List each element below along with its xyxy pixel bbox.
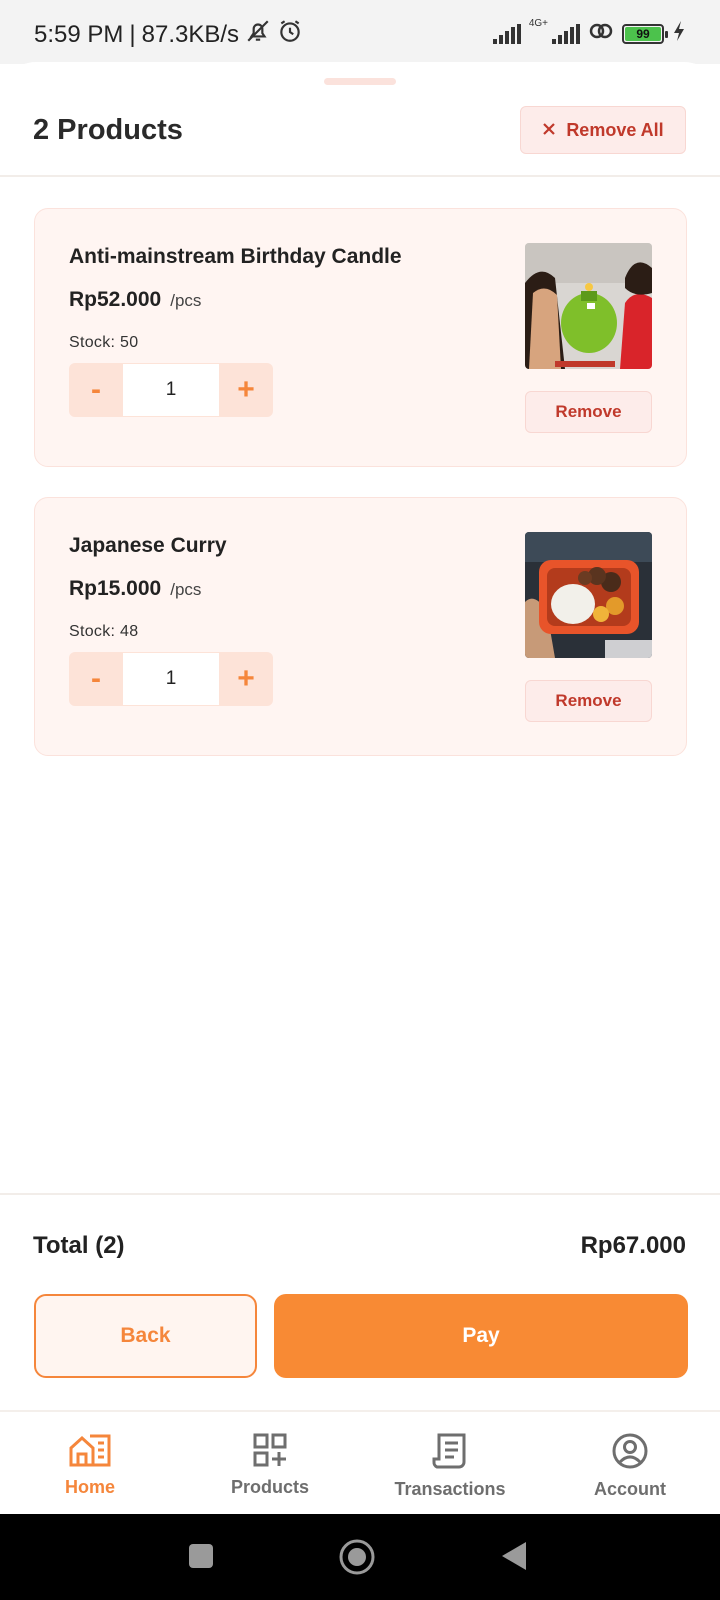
nav-item-home[interactable]: Home — [0, 1412, 180, 1514]
quantity-stepper: - 1 + — [69, 652, 273, 706]
product-unit: /pcs — [170, 580, 202, 599]
recents-button[interactable] — [188, 1543, 214, 1574]
product-card: Japanese Curry Rp15.000 /pcs Stock: 48 -… — [34, 497, 687, 756]
drag-handle[interactable] — [324, 78, 396, 85]
nav-item-account[interactable]: Account — [540, 1412, 720, 1514]
decrement-button[interactable]: - — [69, 652, 123, 706]
total-label: Total (2) — [33, 1232, 125, 1259]
product-name: Anti-mainstream Birthday Candle — [69, 245, 402, 268]
product-price-row: Rp15.000 /pcs — [69, 577, 201, 601]
battery-icon: 99 — [622, 23, 668, 44]
receipt-icon — [432, 1432, 468, 1475]
product-stock: Stock: 48 — [69, 623, 139, 640]
status-bar: 5:59 PM | 87.3KB/s 4G+ 99 — [0, 0, 720, 64]
product-image — [525, 243, 652, 369]
summary-divider — [0, 1193, 720, 1195]
cart-header: 2 Products Remove All — [0, 106, 720, 176]
nav-label-account: Account — [594, 1479, 666, 1499]
remove-button[interactable]: Remove — [525, 680, 652, 722]
signal-4g-icon — [552, 23, 580, 44]
status-separator: | — [129, 20, 136, 48]
nav-item-transactions[interactable]: Transactions — [360, 1412, 540, 1514]
alarm-icon — [277, 18, 303, 51]
sync-icon — [588, 20, 614, 47]
nav-item-products[interactable]: Products — [180, 1412, 360, 1514]
decrement-button[interactable]: - — [69, 363, 123, 417]
pay-button[interactable]: Pay — [274, 1294, 688, 1378]
nav-label-transactions: Transactions — [394, 1479, 506, 1499]
product-name: Japanese Curry — [69, 534, 227, 557]
nav-label-home: Home — [64, 1477, 115, 1497]
product-unit: /pcs — [170, 291, 202, 310]
back-button[interactable]: Back — [34, 1294, 257, 1378]
product-image — [525, 532, 652, 658]
products-grid-icon — [252, 1432, 288, 1473]
increment-button[interactable]: + — [219, 652, 273, 706]
home-icon — [68, 1432, 112, 1473]
bottom-nav: Home Products Transactions Account — [0, 1410, 720, 1514]
status-net-speed: 87.3KB/s — [141, 20, 240, 48]
system-nav-bar — [0, 1514, 720, 1600]
product-price: Rp52.000 — [69, 288, 162, 311]
back-system-button[interactable] — [500, 1540, 528, 1577]
home-system-button[interactable] — [338, 1538, 376, 1581]
remove-all-label: Remove All — [566, 119, 664, 140]
status-time: 5:59 PM — [34, 20, 124, 48]
status-left: 5:59 PM | 87.3KB/s — [34, 18, 303, 51]
total-value: Rp67.000 — [580, 1232, 686, 1259]
product-stock: Stock: 50 — [69, 334, 139, 351]
quantity-value[interactable]: 1 — [123, 652, 219, 706]
account-icon — [611, 1432, 649, 1475]
battery-level: 99 — [625, 26, 661, 41]
charging-icon — [672, 20, 686, 47]
bell-off-icon — [245, 18, 271, 51]
close-icon — [542, 120, 556, 141]
product-card: Anti-mainstream Birthday Candle Rp52.000… — [34, 208, 687, 467]
nav-label-products: Products — [230, 1477, 309, 1497]
page-title: 2 Products — [33, 114, 183, 146]
header-divider — [0, 175, 720, 177]
quantity-stepper: - 1 + — [69, 363, 273, 417]
product-price-row: Rp52.000 /pcs — [69, 288, 201, 312]
product-price: Rp15.000 — [69, 577, 162, 600]
signal-icon — [492, 23, 521, 44]
remove-button[interactable]: Remove — [525, 391, 652, 433]
remove-all-button[interactable]: Remove All — [520, 106, 686, 154]
network-type: 4G+ — [528, 18, 548, 29]
increment-button[interactable]: + — [219, 363, 273, 417]
status-right: 4G+ 99 — [492, 18, 686, 47]
quantity-value[interactable]: 1 — [123, 363, 219, 417]
